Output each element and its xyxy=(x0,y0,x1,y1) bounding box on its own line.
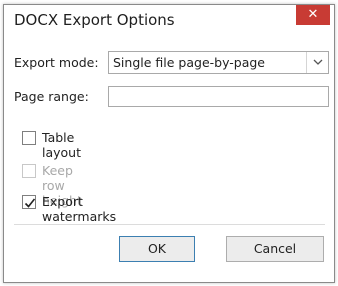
divider xyxy=(14,224,325,225)
export-mode-dropdown-button[interactable] xyxy=(306,52,328,73)
page-range-input[interactable] xyxy=(108,86,329,107)
export-mode-label: Export mode: xyxy=(14,55,99,70)
keep-row-height-checkbox xyxy=(22,164,36,178)
close-icon: ✕ xyxy=(307,7,319,22)
export-watermarks-label: Export watermarks xyxy=(42,194,117,224)
dialog-title: DOCX Export Options xyxy=(14,11,175,29)
docx-export-dialog: DOCX Export Options ✕ Export mode: Singl… xyxy=(3,4,335,283)
cancel-button[interactable]: Cancel xyxy=(226,236,324,262)
export-mode-select[interactable]: Single file page-by-page xyxy=(108,51,329,74)
table-layout-label: Table layout xyxy=(42,130,82,160)
ok-button[interactable]: OK xyxy=(119,236,195,262)
table-layout-checkbox[interactable] xyxy=(22,131,36,145)
export-watermarks-checkbox[interactable] xyxy=(22,195,36,209)
title-bar[interactable]: DOCX Export Options ✕ xyxy=(4,5,334,36)
chevron-down-icon xyxy=(313,59,323,65)
checkmark-icon xyxy=(24,198,36,208)
export-mode-value: Single file page-by-page xyxy=(113,55,265,70)
page-range-label: Page range: xyxy=(14,89,89,104)
close-button[interactable]: ✕ xyxy=(296,5,330,25)
